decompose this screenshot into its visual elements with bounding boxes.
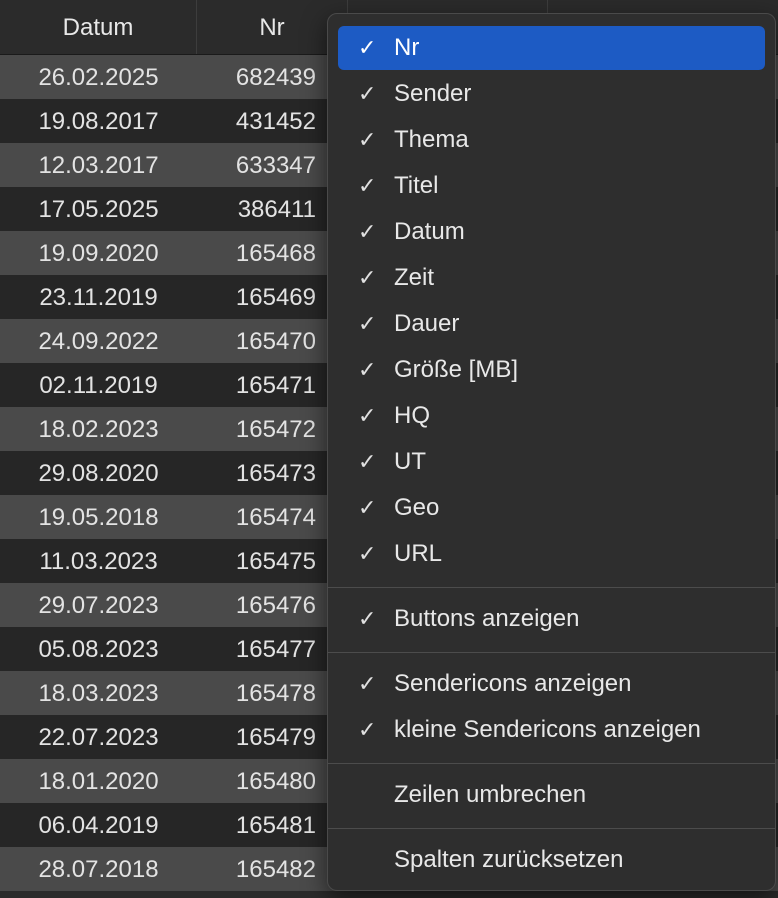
checkmark-icon: ✓	[358, 357, 377, 382]
menu-item-label: Zeilen umbrechen	[394, 781, 587, 808]
cell-nr: 165470	[235, 328, 316, 355]
checkmark-icon: ✓	[358, 311, 377, 336]
checkmark-icon: ✓	[358, 219, 377, 244]
menu-item-zeilen-umbrechen[interactable]: Zeilen umbrechen	[338, 773, 765, 817]
cell-datum: 23.11.2019	[39, 284, 158, 311]
cell-nr: 633347	[235, 152, 316, 179]
cell-nr: 165474	[235, 504, 316, 531]
checkmark-icon: ✓	[358, 173, 377, 198]
cell-datum: 19.08.2017	[38, 108, 159, 135]
menu-item-thema[interactable]: ✓ Thema	[338, 118, 765, 162]
cell-datum: 28.07.2018	[38, 856, 159, 883]
cell-nr: 165471	[235, 372, 316, 399]
cell-nr: 165477	[235, 636, 316, 663]
menu-item-titel[interactable]: ✓ Titel	[338, 164, 765, 208]
cell-nr: 165475	[235, 548, 316, 575]
cell-nr: 431452	[235, 108, 316, 135]
checkmark-icon: ✓	[358, 81, 377, 106]
menu-item-label: Spalten zurücksetzen	[394, 846, 624, 873]
menu-item-label: Thema	[394, 126, 469, 153]
menu-item-url[interactable]: ✓ URL	[338, 532, 765, 576]
menu-item-sender[interactable]: ✓ Sender	[338, 72, 765, 116]
cell-datum: 19.05.2018	[38, 504, 159, 531]
menu-item-label: Sender	[394, 80, 472, 107]
cell-datum: 29.08.2020	[38, 460, 159, 487]
menu-item-label: Dauer	[394, 310, 460, 337]
menu-separator	[328, 652, 775, 653]
menu-item-größe-mb[interactable]: ✓ Größe [MB]	[338, 348, 765, 392]
menu-item-label: Buttons anzeigen	[394, 605, 580, 632]
column-header-datum[interactable]: Datum	[0, 0, 197, 54]
cell-nr: 165481	[235, 812, 316, 839]
cell-nr: 165480	[235, 768, 316, 795]
menu-item-label: Titel	[394, 172, 439, 199]
menu-item-label: Zeit	[394, 264, 435, 291]
cell-nr: 165476	[235, 592, 316, 619]
checkmark-icon: ✓	[358, 495, 377, 520]
cell-nr: 165478	[235, 680, 316, 707]
checkmark-icon: ✓	[358, 35, 377, 60]
menu-item-buttons-anzeigen[interactable]: ✓ Buttons anzeigen	[338, 597, 765, 641]
menu-separator	[328, 763, 775, 764]
menu-item-label: Größe [MB]	[394, 356, 519, 383]
checkmark-icon: ✓	[358, 717, 377, 742]
cell-datum: 26.02.2025	[38, 64, 159, 91]
menu-item-nr[interactable]: ✓ Nr	[338, 26, 765, 70]
cell-datum: 18.03.2023	[38, 680, 159, 707]
cell-nr: 165479	[235, 724, 316, 751]
menu-item-kleine-sendericons-anzeigen[interactable]: ✓ kleine Sendericons anzeigen	[338, 708, 765, 752]
checkmark-icon: ✓	[358, 541, 377, 566]
checkmark-icon: ✓	[358, 606, 377, 631]
menu-separator	[328, 587, 775, 588]
cell-nr: 165472	[235, 416, 316, 443]
menu-item-hq[interactable]: ✓ HQ	[338, 394, 765, 438]
checkmark-icon: ✓	[358, 449, 377, 474]
menu-item-label: Sendericons anzeigen	[394, 670, 632, 697]
cell-datum: 17.05.2025	[38, 196, 159, 223]
cell-nr: 682439	[235, 64, 316, 91]
menu-item-label: HQ	[394, 402, 430, 429]
menu-separator	[328, 828, 775, 829]
cell-nr: 386411	[237, 196, 316, 223]
menu-item-label: URL	[394, 540, 443, 567]
menu-item-label: Geo	[394, 494, 440, 521]
menu-item-label: kleine Sendericons anzeigen	[394, 716, 701, 743]
cell-nr: 165468	[235, 240, 316, 267]
menu-item-spalten-zurücksetzen[interactable]: Spalten zurücksetzen	[338, 838, 765, 882]
menu-item-datum[interactable]: ✓ Datum	[338, 210, 765, 254]
checkmark-icon: ✓	[358, 265, 377, 290]
menu-item-label: Nr	[394, 34, 420, 61]
cell-datum: 19.09.2020	[38, 240, 159, 267]
table-footer	[0, 891, 778, 898]
cell-nr: 165469	[235, 284, 316, 311]
checkmark-icon: ✓	[358, 403, 377, 428]
cell-nr: 165473	[235, 460, 316, 487]
checkmark-icon: ✓	[358, 127, 377, 152]
menu-item-geo[interactable]: ✓ Geo	[338, 486, 765, 530]
cell-datum: 02.11.2019	[39, 372, 158, 399]
cell-datum: 18.01.2020	[38, 768, 159, 795]
cell-datum: 24.09.2022	[38, 328, 159, 355]
menu-item-label: UT	[394, 448, 426, 475]
cell-datum: 12.03.2017	[38, 152, 159, 179]
menu-item-zeit[interactable]: ✓ Zeit	[338, 256, 765, 300]
cell-datum: 05.08.2023	[38, 636, 159, 663]
cell-datum: 11.03.2023	[39, 548, 158, 575]
cell-datum: 29.07.2023	[38, 592, 159, 619]
menu-item-label: Datum	[394, 218, 465, 245]
cell-datum: 06.04.2019	[38, 812, 159, 839]
menu-item-sendericons-anzeigen[interactable]: ✓ Sendericons anzeigen	[338, 662, 765, 706]
cell-datum: 18.02.2023	[38, 416, 159, 443]
menu-item-ut[interactable]: ✓ UT	[338, 440, 765, 484]
menu-item-dauer[interactable]: ✓ Dauer	[338, 302, 765, 346]
checkmark-icon: ✓	[358, 671, 377, 696]
cell-nr: 165482	[235, 856, 316, 883]
cell-datum: 22.07.2023	[38, 724, 159, 751]
column-context-menu: ✓ Nr ✓ Sender ✓ Thema ✓ Titel ✓ Datum ✓ Zeit ✓ Dauer ✓…	[327, 13, 776, 891]
column-header-nr[interactable]: Nr	[197, 0, 348, 54]
